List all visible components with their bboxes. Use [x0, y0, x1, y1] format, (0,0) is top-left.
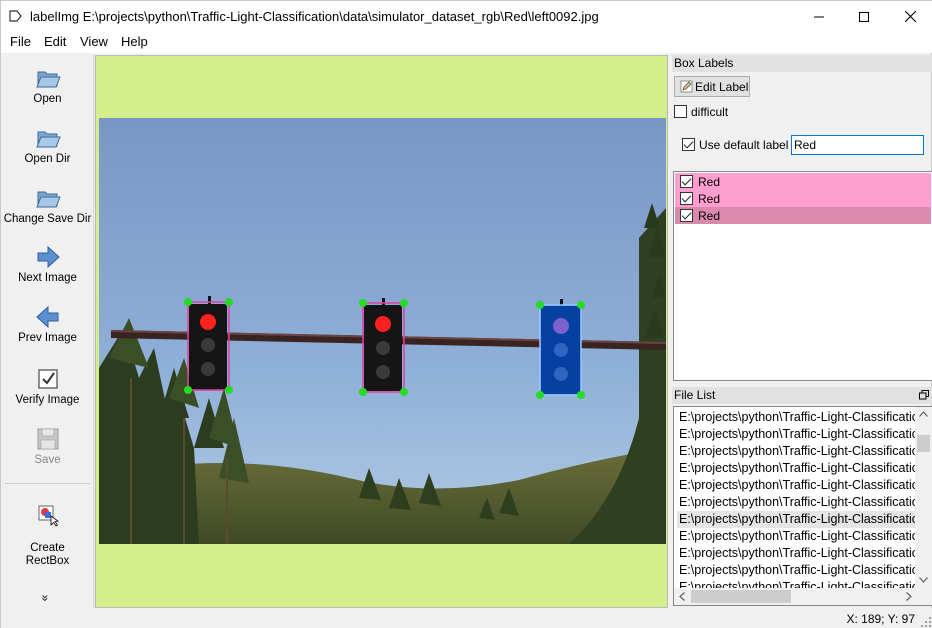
file-list-item[interactable]: E:\projects\python\Traffic-Light-Classif… — [677, 562, 916, 579]
label-visible-checkbox[interactable] — [680, 175, 693, 188]
label-list-item[interactable]: Red — [675, 190, 931, 207]
verify-image-button[interactable]: Verify Image — [1, 366, 94, 406]
label-text: Red — [698, 175, 721, 189]
next-image-label: Next Image — [18, 272, 77, 284]
difficult-checkbox[interactable] — [674, 105, 687, 118]
labelimg-window: labelImg E:\projects\python\Traffic-Ligh… — [0, 0, 932, 628]
box-labels-title: Box Labels — [674, 56, 734, 70]
save-disk-icon — [37, 428, 58, 450]
toolbar-more-chevron[interactable]: » — [38, 595, 52, 602]
file-list-vertical-scrollbar[interactable] — [915, 407, 932, 590]
use-default-label-checkbox[interactable] — [682, 138, 695, 151]
file-list-horizontal-scrollbar[interactable] — [674, 588, 917, 605]
use-default-label-text: Use default label — [699, 138, 789, 152]
file-list-item-selected[interactable]: E:\projects\python\Traffic-Light-Classif… — [677, 511, 916, 528]
scroll-right-icon[interactable] — [906, 592, 912, 601]
window-title: labelImg E:\projects\python\Traffic-Ligh… — [30, 9, 599, 24]
create-rectbox-button[interactable]: Create RectBox — [1, 490, 94, 568]
label-visible-checkbox[interactable] — [680, 209, 693, 222]
resize-grip-icon[interactable] — [921, 617, 931, 627]
box-labels-dock-title: Box Labels — [672, 55, 932, 72]
prev-image-button[interactable]: Prev Image — [1, 304, 94, 344]
image-canvas[interactable] — [95, 55, 668, 608]
file-list-item[interactable]: E:\projects\python\Traffic-Light-Classif… — [677, 528, 916, 545]
open-dir-button[interactable]: Open Dir — [1, 125, 94, 165]
status-bar: X: 189; Y: 97 — [1, 608, 932, 628]
scroll-down-icon[interactable] — [919, 577, 928, 583]
minimize-button[interactable] — [796, 1, 842, 32]
file-list-item[interactable]: E:\projects\python\Traffic-Light-Classif… — [677, 460, 916, 477]
bounding-box-1[interactable] — [184, 298, 233, 394]
change-save-dir-label: Change Save Dir — [3, 213, 92, 225]
open-folder-icon — [35, 71, 61, 88]
difficult-label: difficult — [691, 105, 729, 119]
minimize-icon — [814, 16, 824, 17]
open-dir-icon — [35, 131, 61, 148]
file-list-item[interactable]: E:\projects\python\Traffic-Light-Classif… — [677, 409, 916, 426]
open-dir-label: Open Dir — [24, 153, 71, 165]
label-text: Red — [698, 209, 721, 223]
undock-float-icon[interactable] — [919, 390, 929, 400]
bounding-box-2[interactable] — [359, 299, 408, 396]
verify-check-icon — [37, 369, 58, 389]
file-list-item[interactable]: E:\projects\python\Traffic-Light-Classif… — [677, 545, 916, 562]
edit-pencil-icon — [680, 80, 693, 93]
file-list-item[interactable]: E:\projects\python\Traffic-Light-Classif… — [677, 494, 916, 511]
scroll-corner — [915, 588, 932, 605]
label-text: Red — [698, 192, 721, 206]
scroll-up-icon[interactable] — [919, 411, 928, 417]
label-list-item-selected[interactable]: Red — [675, 207, 931, 224]
left-toolbar: Open Open Dir Change Save Dir Next Image — [1, 55, 94, 608]
close-button[interactable] — [887, 1, 932, 32]
title-bar: labelImg E:\projects\python\Traffic-Ligh… — [1, 1, 932, 32]
horizontal-scroll-thumb[interactable] — [691, 590, 791, 603]
label-list-item[interactable]: Red — [675, 173, 931, 190]
change-save-dir-icon — [35, 191, 61, 208]
file-list-item[interactable]: E:\projects\python\Traffic-Light-Classif… — [677, 426, 916, 443]
toolbar-separator — [5, 483, 90, 484]
file-list[interactable]: E:\projects\python\Traffic-Light-Classif… — [673, 406, 932, 606]
annotation-layer — [184, 298, 585, 399]
edit-label-text: Edit Label — [695, 79, 749, 94]
create-rectbox-icon — [38, 505, 59, 527]
verify-image-label: Verify Image — [15, 394, 80, 406]
file-list-title: File List — [674, 388, 716, 402]
bounding-box-3-selected[interactable] — [536, 301, 585, 399]
next-image-button[interactable]: Next Image — [1, 244, 94, 284]
app-tag-icon — [9, 10, 22, 22]
default-label-input[interactable] — [791, 135, 924, 155]
file-list-item[interactable]: E:\projects\python\Traffic-Light-Classif… — [677, 443, 916, 460]
menu-view[interactable]: View — [78, 34, 110, 49]
close-icon — [904, 11, 916, 22]
file-list-dock-title: File List — [672, 387, 932, 404]
label-visible-checkbox[interactable] — [680, 192, 693, 205]
open-label: Open — [33, 93, 62, 105]
prev-image-label: Prev Image — [18, 332, 77, 344]
menu-bar: File Edit View Help — [1, 32, 932, 53]
save-button[interactable]: Save — [1, 426, 94, 466]
maximize-button[interactable] — [841, 1, 887, 32]
maximize-icon — [859, 11, 869, 22]
menu-help[interactable]: Help — [119, 34, 150, 49]
save-label: Save — [34, 454, 61, 466]
menu-edit[interactable]: Edit — [42, 34, 68, 49]
cursor-coordinates: X: 189; Y: 97 — [846, 612, 915, 626]
edit-label-button[interactable]: Edit Label — [674, 76, 750, 97]
label-list[interactable]: Red Red Red — [673, 171, 932, 381]
arrow-right-icon — [37, 245, 60, 269]
change-save-dir-button[interactable]: Change Save Dir — [1, 185, 94, 225]
create-rectbox-label: Create RectBox — [25, 542, 70, 567]
file-list-item[interactable]: E:\projects\python\Traffic-Light-Classif… — [677, 477, 916, 494]
scroll-left-icon[interactable] — [679, 592, 685, 601]
vertical-scroll-thumb[interactable] — [917, 435, 930, 452]
open-button[interactable]: Open — [1, 65, 94, 105]
menu-file[interactable]: File — [8, 34, 33, 49]
arrow-left-icon — [35, 305, 58, 329]
